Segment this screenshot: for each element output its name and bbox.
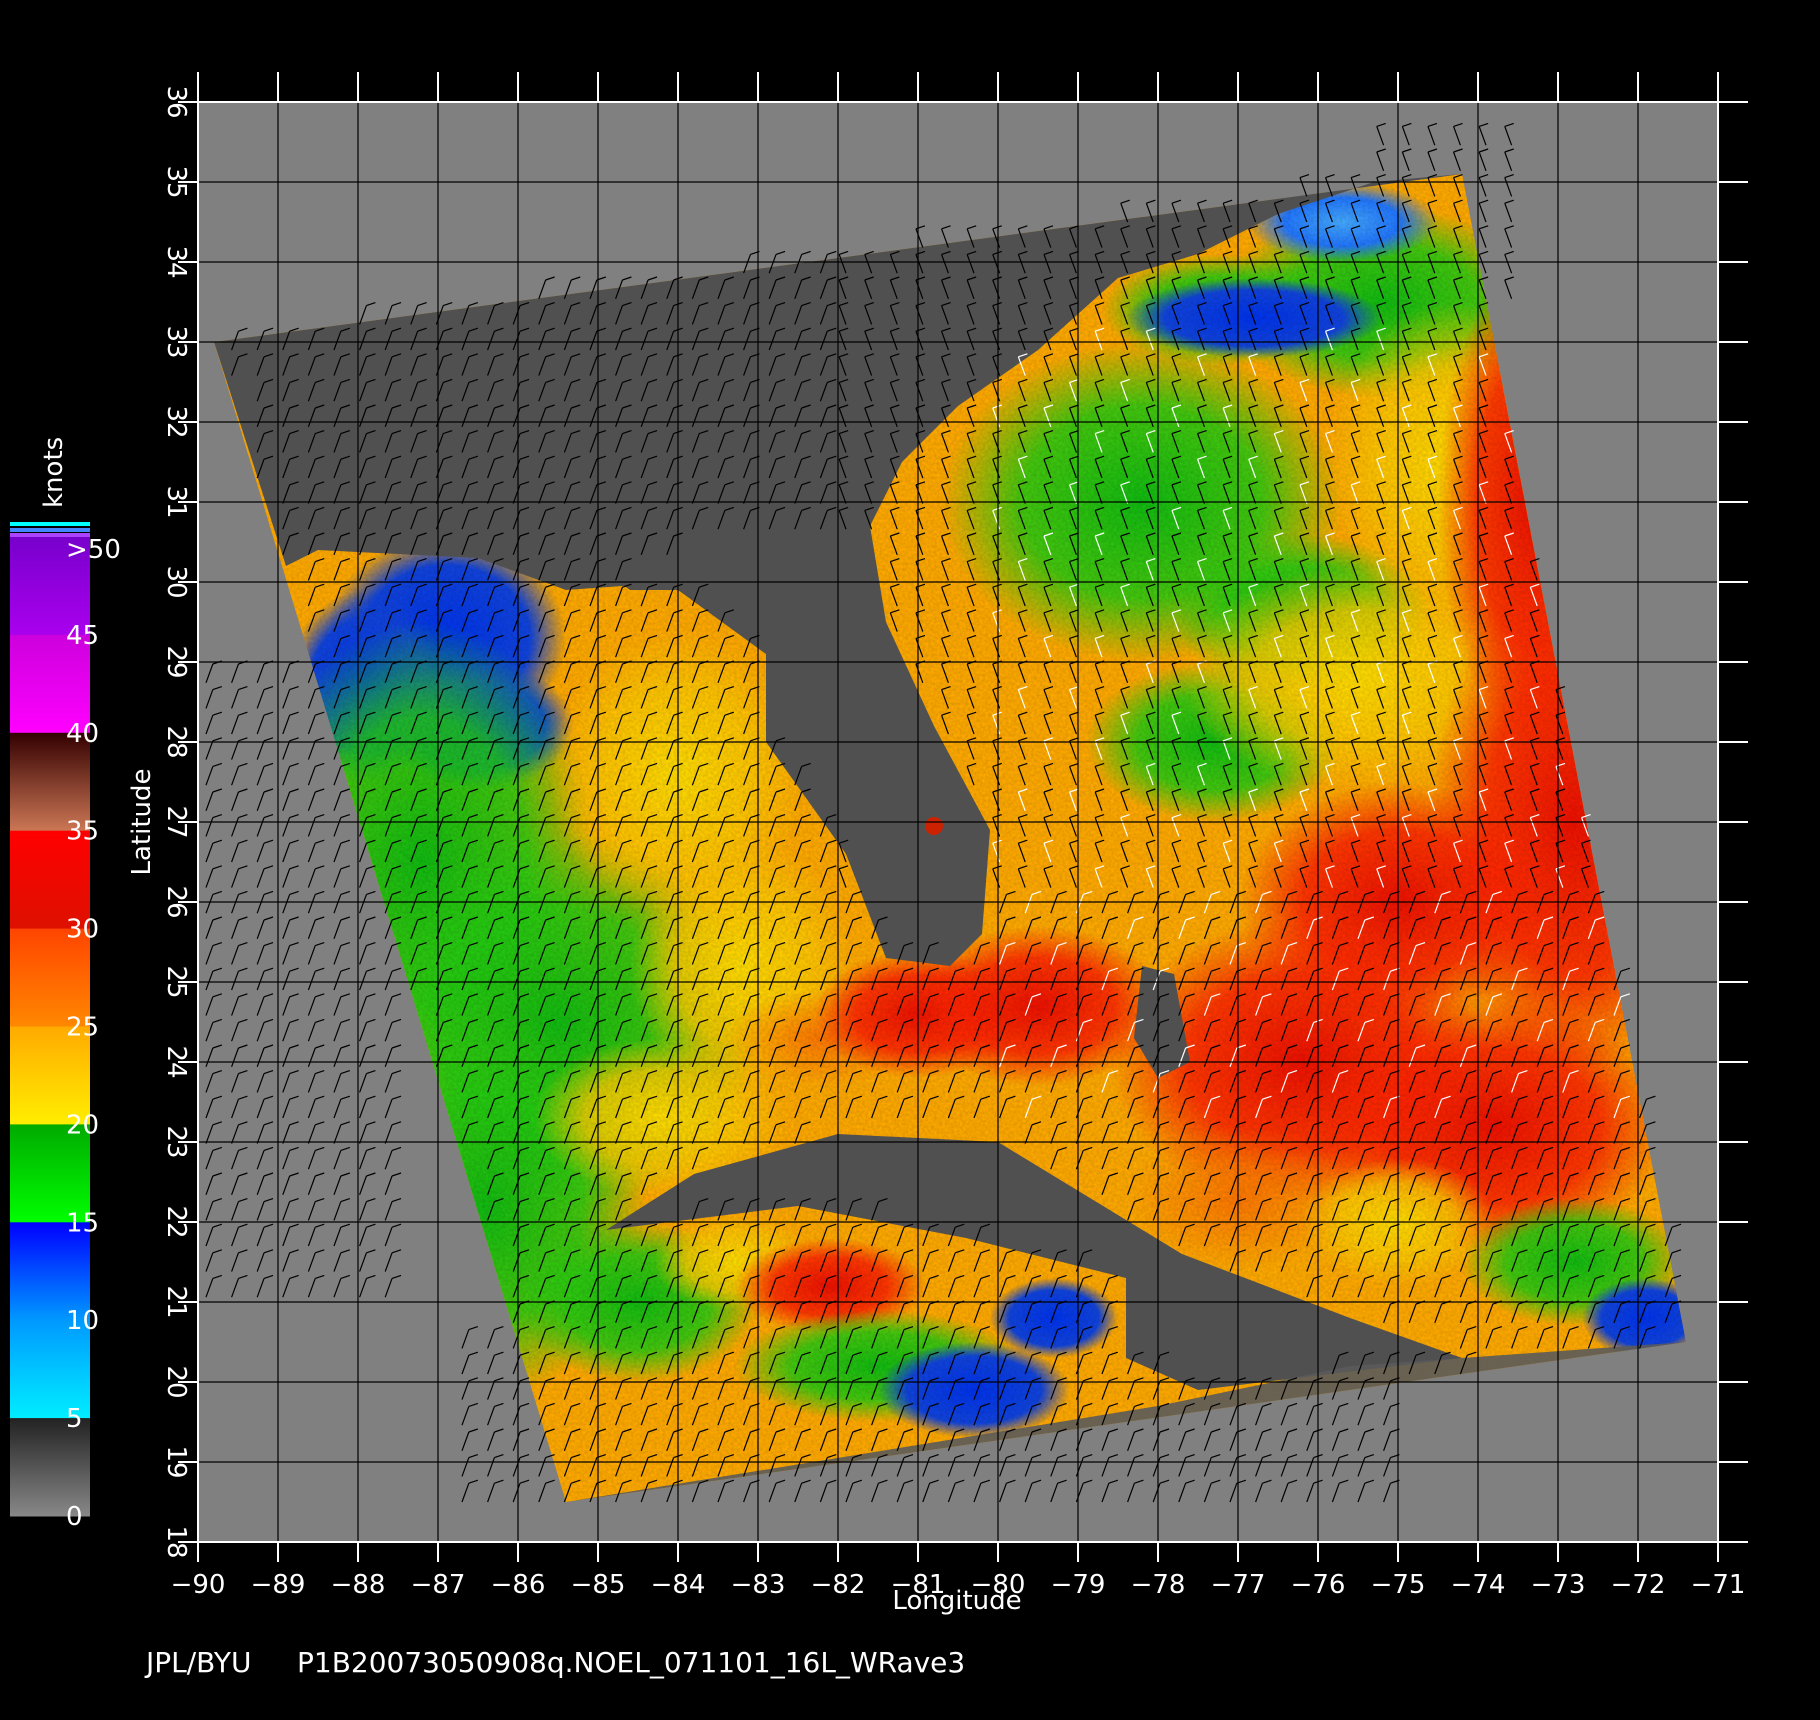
colorbar-label: 15	[66, 1208, 99, 1238]
colorbar-cap	[10, 522, 90, 526]
colorbar-label: 0	[66, 1502, 83, 1532]
x-tick-label: −85	[571, 1570, 626, 1600]
y-axis-title: Latitude	[127, 768, 157, 875]
footer-file-id: P1B20073050908q.NOEL_071101_16L_WRave3	[297, 1646, 965, 1679]
x-tick-label: −79	[1051, 1570, 1106, 1600]
footer-source: JPL/BYU	[144, 1646, 251, 1679]
y-tick-label: 25	[161, 965, 191, 998]
x-tick-label: −89	[251, 1570, 306, 1600]
x-tick-label: −75	[1371, 1570, 1426, 1600]
y-tick-label: 23	[161, 1125, 191, 1158]
x-tick-label: −72	[1611, 1570, 1666, 1600]
x-axis-title: Longitude	[892, 1586, 1021, 1616]
colorbar: knots >50 45 40 35 30 25 20 15 10 5 0	[10, 437, 121, 1532]
y-tick-label: 33	[161, 325, 191, 358]
x-tick-label: −76	[1291, 1570, 1346, 1600]
y-tick-label: 32	[161, 405, 191, 438]
y-tick-label: 28	[161, 725, 191, 758]
x-tick-label: −82	[811, 1570, 866, 1600]
x-tick-label: −73	[1531, 1570, 1586, 1600]
colorbar-label: 30	[66, 915, 99, 945]
y-tick-label: 29	[161, 645, 191, 678]
x-tick-label: −88	[331, 1570, 386, 1600]
y-tick-label: 19	[161, 1445, 191, 1478]
colorbar-label: 5	[66, 1404, 83, 1434]
x-tick-label: −87	[411, 1570, 466, 1600]
colorbar-label: >50	[66, 535, 121, 565]
x-tick-label: −74	[1451, 1570, 1506, 1600]
y-tick-label: 22	[161, 1205, 191, 1238]
colorbar-label: 35	[66, 817, 99, 847]
y-tick-label: 31	[161, 485, 191, 518]
lake-okeechobee	[925, 817, 943, 835]
colorbar-label: 10	[66, 1306, 99, 1336]
y-tick-label: 36	[161, 85, 191, 118]
colorbar-label: 20	[66, 1110, 99, 1140]
y-tick-label: 18	[161, 1525, 191, 1558]
y-tick-label: 27	[161, 805, 191, 838]
colorbar-cap	[10, 528, 90, 532]
y-tick-label: 24	[161, 1045, 191, 1078]
x-tick-label: −84	[651, 1570, 706, 1600]
x-tick-label: −90	[171, 1570, 226, 1600]
y-tick-label: 21	[161, 1285, 191, 1318]
y-tick-label: 34	[161, 245, 191, 278]
wind-speed-map: −90 −89 −88 −87 −86 −85 −84 −83 −82 −81 −80 −79 −78−…	[10, 72, 1748, 1679]
x-tick-label: −78	[1131, 1570, 1186, 1600]
x-tick-label: −71	[1691, 1570, 1746, 1600]
y-tick-label: 30	[161, 565, 191, 598]
colorbar-label: 40	[66, 719, 99, 749]
x-tick-label: −77	[1211, 1570, 1266, 1600]
x-tick-label: −86	[491, 1570, 546, 1600]
x-tick-label: −83	[731, 1570, 786, 1600]
y-tick-label: 20	[161, 1365, 191, 1398]
colorbar-label: 45	[66, 621, 99, 651]
y-tick-label: 35	[161, 165, 191, 198]
colorbar-title: knots	[39, 437, 69, 508]
y-tick-label: 26	[161, 885, 191, 918]
colorbar-label: 25	[66, 1013, 99, 1043]
